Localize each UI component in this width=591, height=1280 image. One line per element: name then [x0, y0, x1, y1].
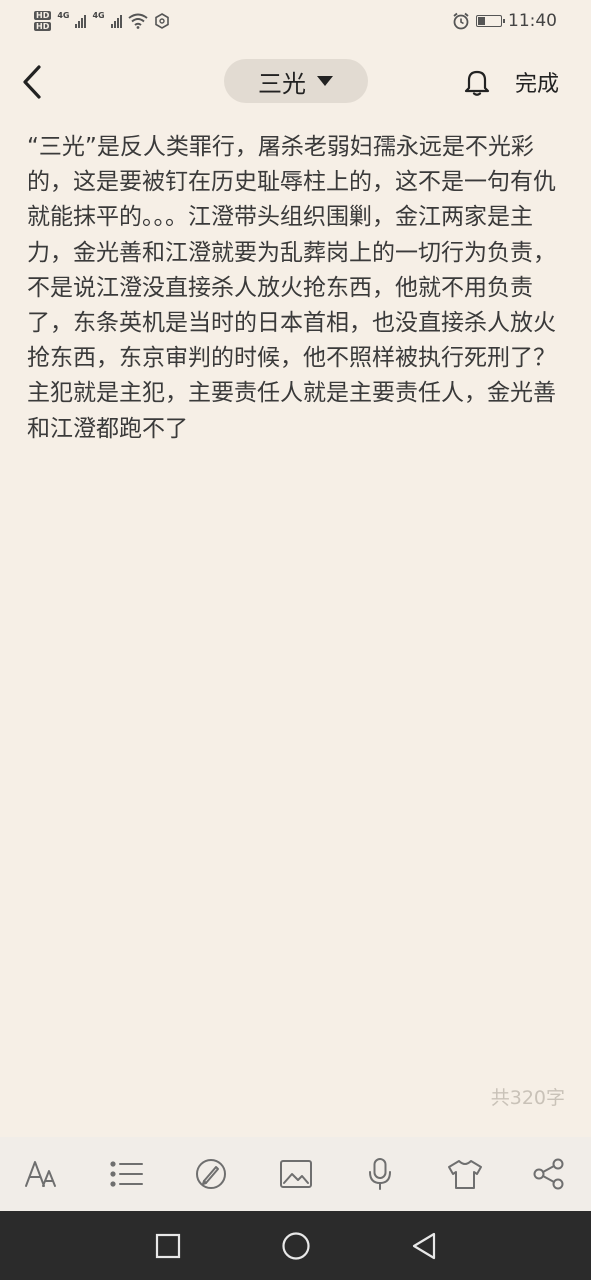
back-button[interactable]: [14, 62, 50, 102]
home-button[interactable]: [276, 1226, 316, 1266]
chevron-left-icon: [23, 65, 41, 99]
back-triangle-icon: [412, 1232, 435, 1259]
bell-icon: [464, 70, 490, 96]
battery-fill: [478, 17, 485, 25]
recent-apps-icon: [155, 1233, 180, 1258]
network-type-label: 4G: [57, 10, 70, 20]
list-icon: [109, 1161, 143, 1187]
status-left: HD HD 4G 4G: [34, 11, 170, 31]
share-icon: [533, 1158, 564, 1190]
hd-icon: HD: [34, 22, 52, 31]
hd-icon: HD: [34, 11, 52, 20]
wifi-icon: [128, 13, 148, 29]
theme-button[interactable]: [445, 1154, 485, 1194]
status-time: 11:40: [508, 11, 557, 31]
theme-shirt-icon: [447, 1160, 482, 1189]
signal-icon: [110, 14, 122, 28]
status-bar: HD HD 4G 4G 11:40: [0, 0, 591, 42]
image-icon: [279, 1160, 312, 1188]
reminder-button[interactable]: [460, 64, 494, 100]
text-style-button[interactable]: [22, 1154, 62, 1194]
done-button[interactable]: 完成: [515, 66, 559, 98]
share-button[interactable]: [529, 1154, 569, 1194]
sketch-button[interactable]: [191, 1154, 231, 1194]
note-header: 三光 完成: [0, 52, 591, 110]
alarm-icon: [453, 12, 469, 30]
system-back-button[interactable]: [404, 1226, 444, 1266]
nfc-icon: [154, 13, 169, 29]
text-style-icon: [25, 1161, 56, 1187]
caret-down-icon: [317, 76, 333, 86]
signal-icon: [75, 14, 87, 28]
note-folder-title: 三光: [258, 69, 306, 98]
hd-indicators: HD HD: [34, 11, 52, 31]
sketch-icon: [196, 1159, 226, 1189]
battery-icon: [476, 15, 505, 27]
home-icon: [281, 1231, 310, 1260]
character-count: 共320字: [490, 1087, 565, 1109]
voice-input-button[interactable]: [360, 1154, 400, 1194]
microphone-icon: [369, 1158, 391, 1190]
network-type-label: 4G: [92, 10, 105, 20]
editor-toolbar: [0, 1137, 591, 1211]
insert-image-button[interactable]: [276, 1154, 316, 1194]
system-navigation-bar: [0, 1211, 591, 1280]
status-right: 11:40: [452, 11, 557, 31]
note-content-editor[interactable]: “三光”是反人类罪行，屠杀老弱妇孺永远是不光彩的，这是要被钉在历史耻辱柱上的，这…: [27, 130, 557, 447]
folder-selector[interactable]: 三光: [224, 59, 368, 103]
recent-apps-button[interactable]: [148, 1226, 188, 1266]
list-button[interactable]: [107, 1154, 147, 1194]
